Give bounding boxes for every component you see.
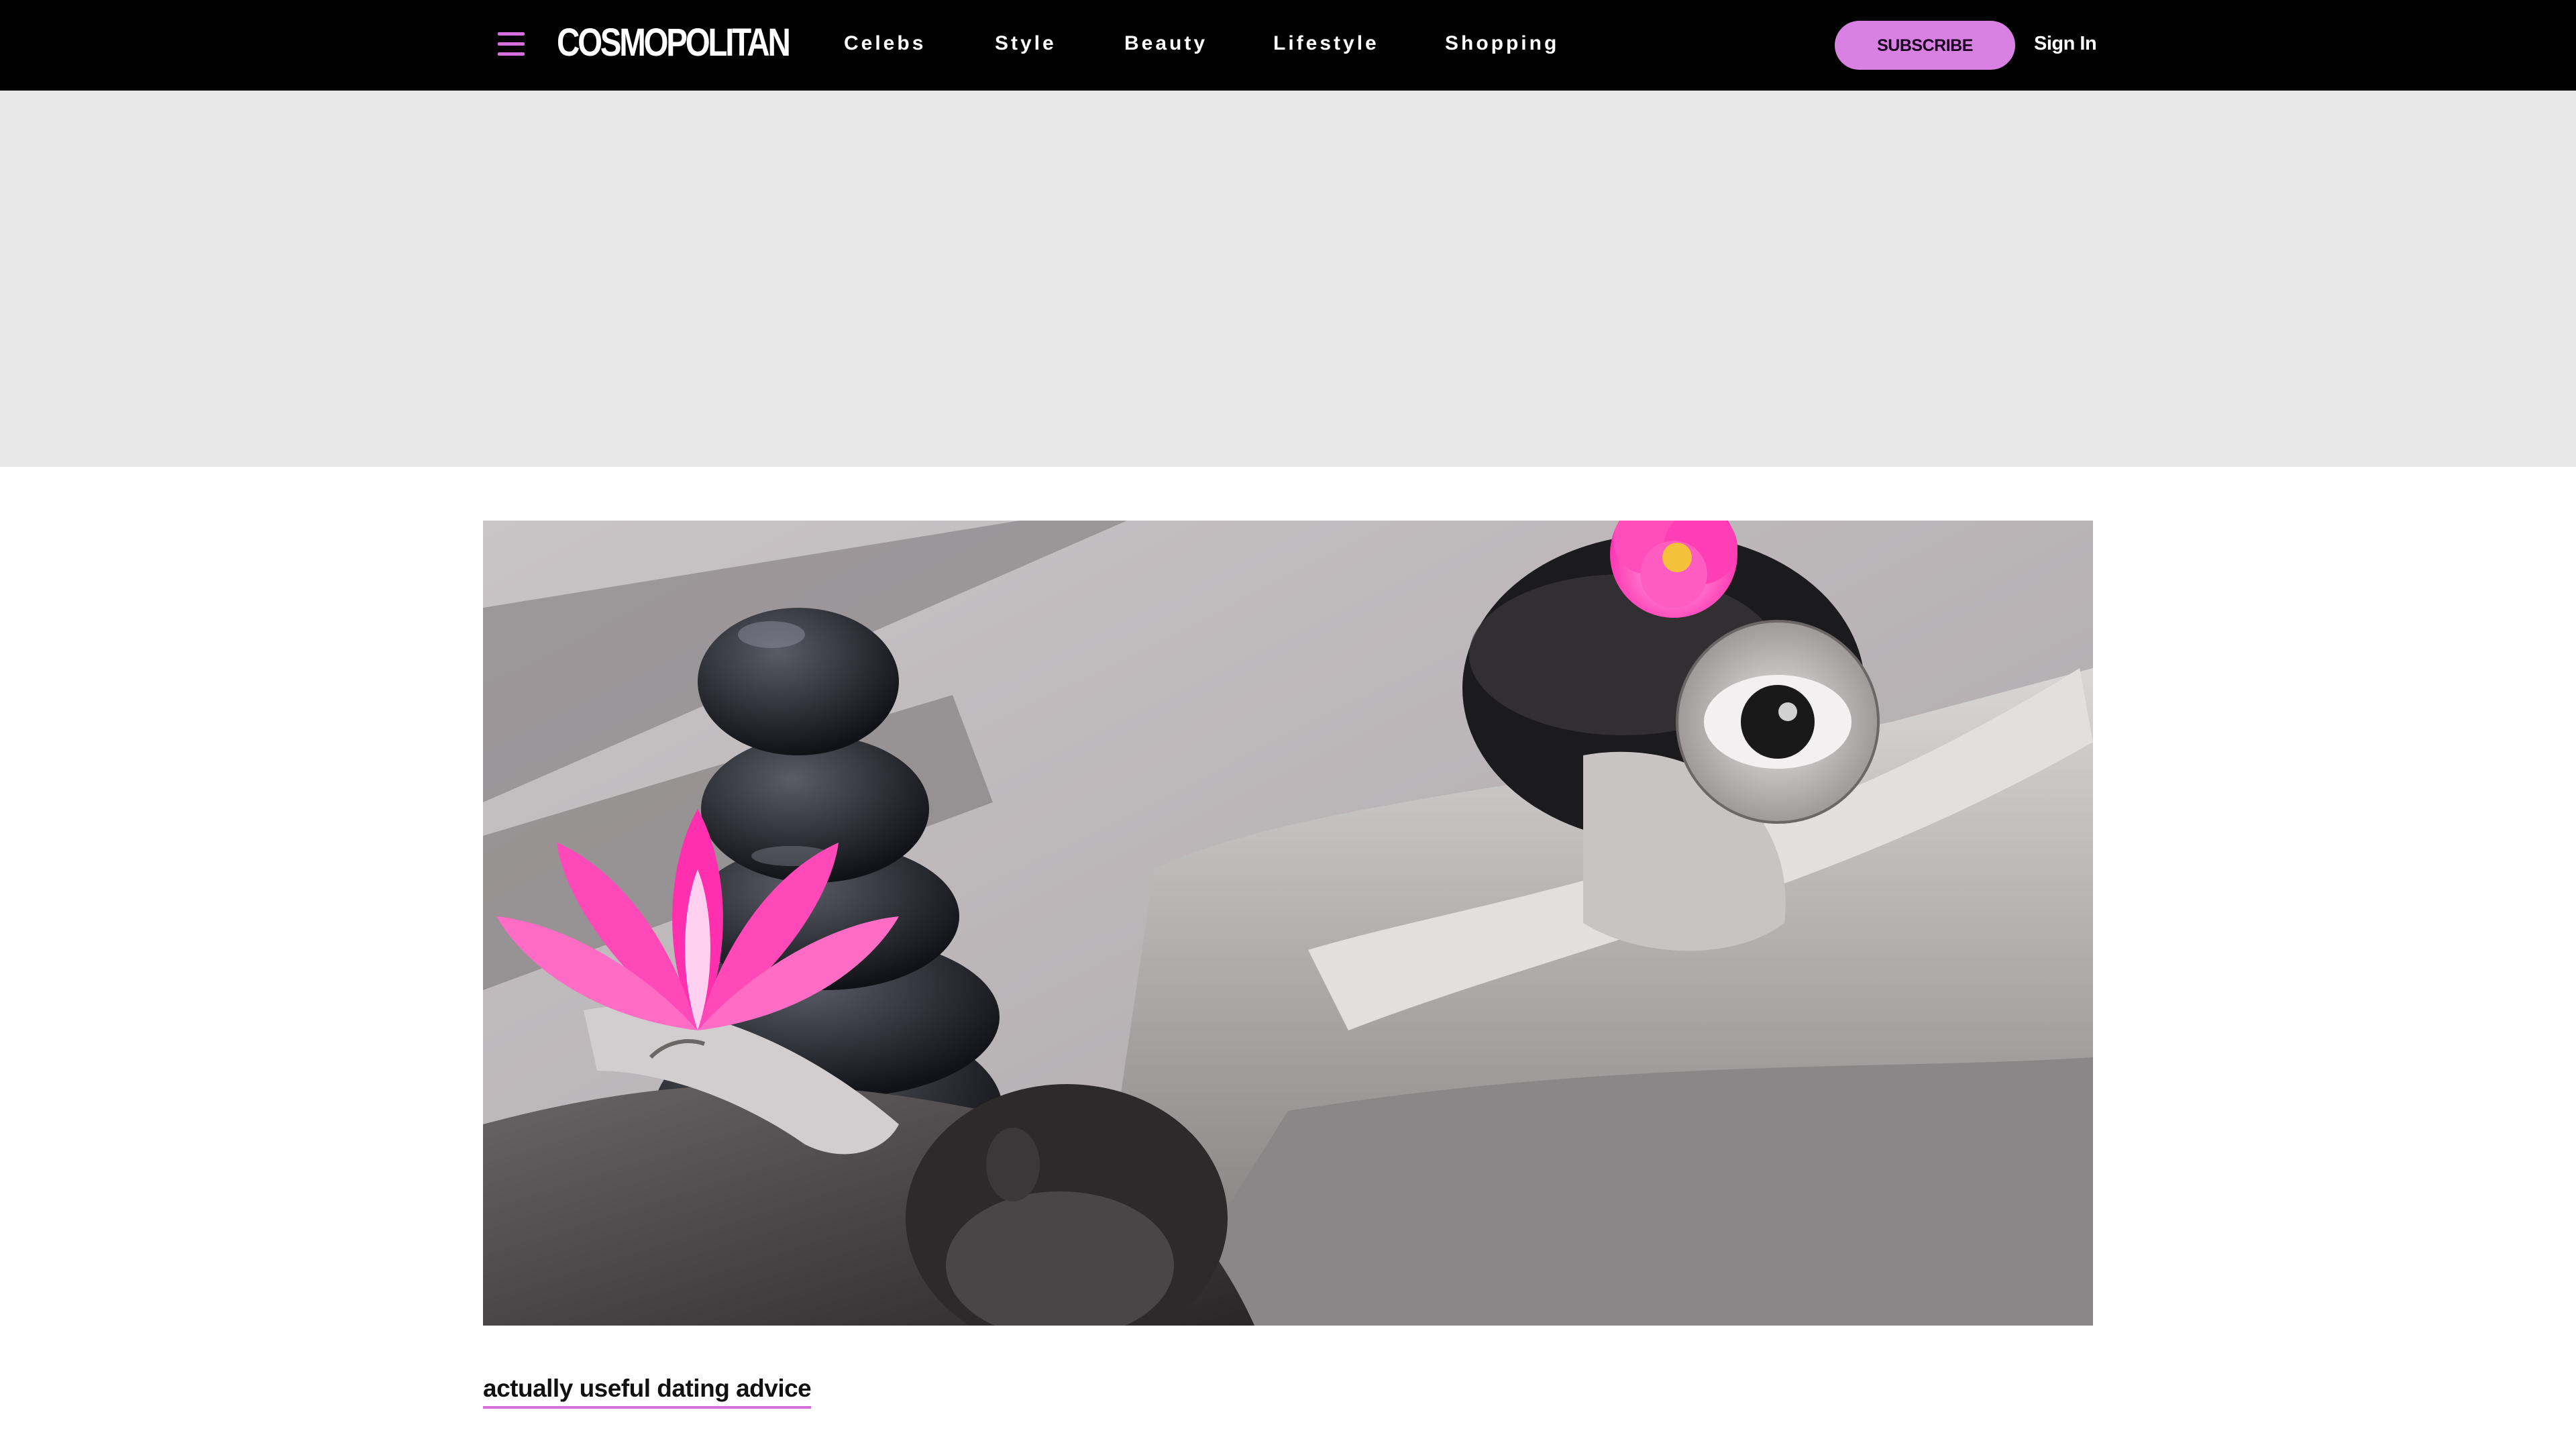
category-link[interactable]: actually useful dating advice bbox=[483, 1373, 812, 1409]
nav-item-shopping[interactable]: Shopping bbox=[1445, 0, 1559, 87]
hamburger-menu-icon[interactable] bbox=[496, 30, 530, 59]
nav-item-beauty[interactable]: Beauty bbox=[1124, 0, 1208, 87]
nav-item-style[interactable]: Style bbox=[995, 0, 1057, 87]
ad-placeholder bbox=[0, 91, 2576, 467]
nav-item-celebs[interactable]: Celebs bbox=[844, 0, 926, 87]
hero-illustration bbox=[483, 521, 2093, 1326]
nav-item-lifestyle[interactable]: Lifestyle bbox=[1273, 0, 1379, 87]
site-header: COSMOPOLITAN Celebs Style Beauty Lifesty… bbox=[0, 0, 2576, 91]
site-logo[interactable]: COSMOPOLITAN bbox=[557, 21, 791, 64]
sign-in-link[interactable]: Sign In bbox=[2034, 0, 2097, 87]
hero-image bbox=[483, 521, 2093, 1326]
subscribe-button[interactable]: SUBSCRIBE bbox=[1835, 21, 2015, 70]
